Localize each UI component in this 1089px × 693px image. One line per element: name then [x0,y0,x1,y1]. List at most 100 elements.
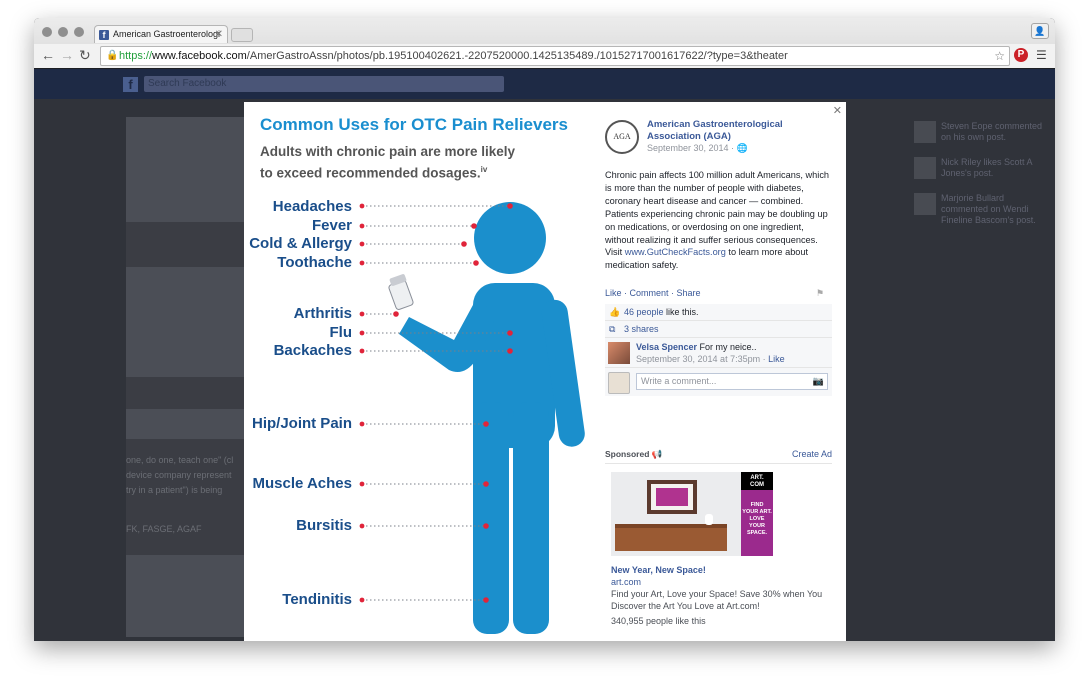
facebook-favicon-icon: f [99,30,109,40]
create-ad-link[interactable]: Create Ad [792,449,832,459]
minimize-window-button[interactable] [58,27,68,37]
condition-label: Hip/Joint Pain [251,415,352,432]
flag-icon[interactable]: ⚑ [816,288,824,299]
infographic-title: Common Uses for OTC Pain Relievers [260,115,568,134]
condition-label: Headaches [272,198,352,215]
condition-label: Muscle Aches [252,475,353,492]
background-image [126,555,244,637]
avatar[interactable] [608,342,630,364]
ad-body-text: Find your Art, Love your Space! Save 30%… [611,589,823,611]
sponsored-label: Sponsored 📢 [605,449,663,459]
thumbs-up-icon: 👍 [609,307,621,317]
pinterest-icon[interactable]: P [1014,48,1028,62]
likes-row: 👍 46 people like this. [605,304,832,321]
address-bar[interactable]: 🔒 https://www.facebook.com/AmerGastroAss… [100,46,1010,66]
back-arrow-icon[interactable]: ← [41,47,55,63]
browser-tab[interactable]: f American Gastroenterologi ✕ [94,25,228,43]
browser-toolbar: ← → ↻ 🔒 https://www.facebook.com/AmerGas… [34,44,1055,68]
ad-tagline: FIND YOUR ART. LOVE YOUR SPACE. [742,502,772,536]
comment-time: September 30, 2014 at 7:35pm · [636,354,769,364]
infographic-subtitle: Adults with chronic pain are more likely… [260,144,516,181]
ticker-item[interactable]: Nick Riley likes Scott A Jones's post. [914,157,1055,185]
ticker-item[interactable]: Marjorie Bullard commented on Wendi Fine… [914,193,1055,225]
share-link[interactable]: Share [677,288,701,298]
camera-icon[interactable]: 📷 [813,374,824,389]
new-tab-button[interactable] [231,28,253,42]
megaphone-icon: 📢 [651,449,663,459]
avatar [914,193,936,215]
condition-label: Tendinitis [282,591,352,608]
pill-bottle-icon [388,274,414,310]
comment-author[interactable]: Velsa Spencer [636,342,697,352]
background-text: one, do one, teach one" (cl [126,455,234,465]
background-timeline: one, do one, teach one" (cl device compa… [126,117,244,637]
human-figure-illustration [359,202,585,634]
photo-details-panel: ✕ AGA American Gastroenterological Assoc… [592,102,846,641]
ad-headline-link[interactable]: New Year, New Space! [611,565,706,575]
comment-link[interactable]: Comment [630,288,669,298]
background-image [126,409,244,439]
facebook-search-input[interactable]: Search Facebook [144,76,504,92]
background-text: device company represent [126,470,232,480]
like-link[interactable]: Like [605,288,622,298]
share-icon: ⧉ [609,324,616,334]
url-path: /AmerGastroAssn/photos/pb.195100402621.-… [246,50,788,62]
comment-item: Velsa Spencer For my neice.. September 3… [605,338,832,368]
page-avatar[interactable]: AGA [605,120,639,154]
close-tab-icon[interactable]: ✕ [215,26,223,43]
background-image [126,267,244,377]
url-domain: www.facebook.com [152,50,247,62]
close-window-button[interactable] [42,27,52,37]
reload-icon[interactable]: ↻ [79,47,91,63]
post-actions: Like · Comment · Share ⚑ [605,288,825,298]
comment-text: For my neice.. [697,342,757,352]
background-text: try in a patient") is being [126,485,223,495]
divider [605,463,832,464]
post-text: Chronic pain affects 100 million adult A… [605,170,830,271]
facebook-logo-icon[interactable]: f [123,77,138,92]
lock-icon: 🔒 [106,50,119,61]
feedback-box: 👍 46 people like this. ⧉ 3 shares Velsa Sp… [605,304,832,396]
ad-domain-link[interactable]: art.com [611,577,641,587]
write-comment-input[interactable]: Write a comment... 📷 [636,373,828,390]
condition-label: Arthritis [293,305,352,322]
menu-icon[interactable]: ☰ [1036,48,1047,62]
shares-row: ⧉ 3 shares [605,321,832,338]
condition-label: Flu [329,324,353,341]
condition-label: Bursitis [296,517,352,534]
forward-arrow-icon[interactable]: → [60,47,74,63]
background-image [126,117,244,222]
comment-like-link[interactable]: Like [768,354,785,364]
browser-window: f American Gastroenterologi ✕ 👤 ← → ↻ 🔒 … [34,18,1055,641]
browser-chrome: f American Gastroenterologi ✕ 👤 ← → ↻ 🔒 … [34,18,1055,68]
facebook-header: f Search Facebook [34,69,1055,99]
photo-theater: Common Uses for OTC Pain Relievers Adult… [244,102,846,641]
zoom-window-button[interactable] [74,27,84,37]
tab-title: American Gastroenterologi [113,29,221,39]
comment-composer: Write a comment... 📷 [605,368,832,396]
activity-ticker: Steven Eope commented on his own post. N… [914,117,1055,641]
ticker-item[interactable]: Steven Eope commented on his own post. [914,121,1055,149]
url-scheme: https:// [119,50,153,62]
avatar [914,157,936,179]
facebook-page: f Search Facebook one, do one, teach one… [34,69,1055,641]
close-icon[interactable]: ✕ [833,104,842,117]
bookmark-star-icon[interactable]: ☆ [994,47,1005,65]
condition-label: Toothache [277,254,352,271]
globe-icon: 🌐 [736,143,748,153]
condition-label: Fever [311,217,352,234]
gutcheck-link[interactable]: www.GutCheckFacts.org [625,247,726,257]
ad-likes-count: 340,955 people like this [611,616,706,626]
background-text: FK, FASGE, AGAF [126,524,202,534]
condition-label: Cold & Allergy [249,235,352,252]
ad-brand: ART. COM [750,475,764,488]
ad-image[interactable]: ART. COM FIND YOUR ART. LOVE YOUR SPACE. [611,472,773,556]
avatar [608,372,630,394]
infographic-photo[interactable]: Common Uses for OTC Pain Relievers Adult… [244,102,592,641]
window-controls [42,27,84,37]
user-profile-icon[interactable]: 👤 [1031,23,1049,39]
page-name-link[interactable]: American Gastroenterological Association… [647,119,817,143]
condition-label: Backaches [273,342,352,359]
post-date[interactable]: September 30, 2014 · 🌐 [647,143,748,154]
avatar [914,121,936,143]
